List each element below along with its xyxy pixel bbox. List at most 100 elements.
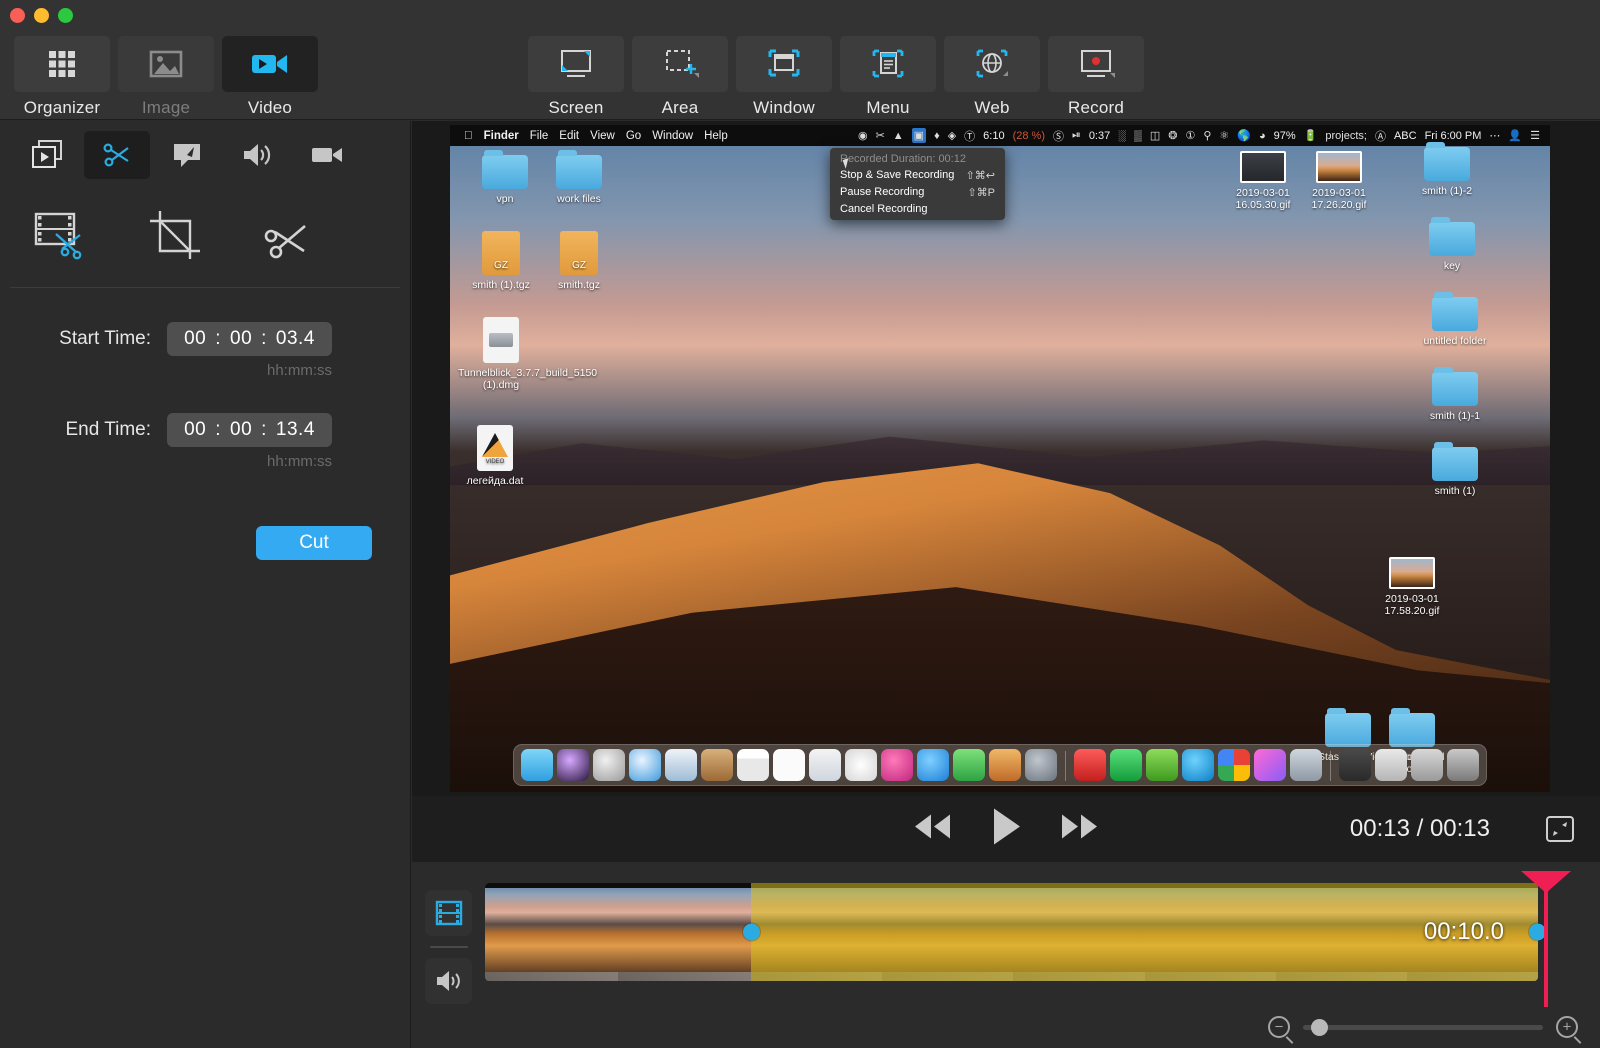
minimize-button[interactable] bbox=[34, 8, 49, 23]
menu-go[interactable]: Go bbox=[626, 130, 641, 142]
menu-edit[interactable]: Edit bbox=[559, 130, 579, 142]
cpu-graph-icon[interactable]: ░ bbox=[1118, 130, 1126, 142]
zoom-slider[interactable] bbox=[1303, 1018, 1543, 1036]
display-icon[interactable]: ◫ bbox=[1150, 129, 1160, 142]
dock-folder-docs-icon[interactable] bbox=[1411, 749, 1443, 781]
play-button[interactable] bbox=[988, 806, 1024, 853]
audio-track-button[interactable] bbox=[425, 958, 472, 1004]
sidebar-tab-clips[interactable] bbox=[14, 131, 80, 179]
toolbar-item-screen[interactable]: Screen bbox=[528, 36, 624, 118]
desktop-icon-untitled-folder[interactable]: untitled folder bbox=[1418, 292, 1492, 347]
menu-window[interactable]: Window bbox=[652, 130, 693, 142]
memory-graph-icon[interactable]: ▒ bbox=[1134, 130, 1142, 142]
tool-crop[interactable] bbox=[142, 205, 208, 265]
toolbar-item-video[interactable]: Video bbox=[222, 36, 318, 118]
sidebar-tab-camera[interactable] bbox=[294, 131, 360, 179]
fullscreen-button[interactable] bbox=[1546, 816, 1574, 842]
zoom-slider-knob[interactable] bbox=[1311, 1018, 1328, 1036]
timeline-clips[interactable]: 00:10.0 bbox=[485, 875, 1548, 1007]
dock-terminal-icon[interactable] bbox=[1339, 749, 1371, 781]
battery-icon[interactable]: 🔋 bbox=[1304, 129, 1318, 142]
toolbar-item-organizer[interactable]: Organizer bbox=[14, 36, 110, 118]
dock-notes-icon[interactable] bbox=[773, 749, 805, 781]
record-status-icon[interactable]: ◉ bbox=[858, 129, 868, 142]
zoom-button[interactable] bbox=[58, 8, 73, 23]
timer-icon[interactable]: ⏯ bbox=[1072, 129, 1081, 142]
dock-slack-icon[interactable] bbox=[1074, 749, 1106, 781]
desktop-icon-gif-160530[interactable]: 2019-03-01 16.05.30.gif bbox=[1226, 151, 1300, 211]
bluetooth-icon[interactable]: ⚛ bbox=[1219, 129, 1229, 142]
dock-photos-icon[interactable] bbox=[845, 749, 877, 781]
end-hours[interactable]: 00 bbox=[184, 419, 206, 441]
zoom-in-icon[interactable]: + bbox=[1556, 1016, 1578, 1038]
flag-status-icon[interactable]: ▲ bbox=[893, 130, 904, 142]
dock-launchpad-icon[interactable] bbox=[593, 749, 625, 781]
start-time-field[interactable]: Start Time: 00 : 00 : 03.4 bbox=[0, 322, 410, 356]
dropbox-icon[interactable]: ❂ bbox=[1168, 129, 1177, 142]
menubar-clock[interactable]: Fri 6:00 PM bbox=[1425, 130, 1482, 142]
cut-button[interactable]: Cut bbox=[256, 526, 372, 560]
menu-view[interactable]: View bbox=[590, 130, 615, 142]
toolbar-item-menu[interactable]: Menu bbox=[840, 36, 936, 118]
end-time-field[interactable]: End Time: 00 : 00 : 13.4 bbox=[0, 413, 410, 447]
start-minutes[interactable]: 00 bbox=[230, 328, 252, 350]
start-hours[interactable]: 00 bbox=[184, 328, 206, 350]
end-minutes[interactable]: 00 bbox=[230, 419, 252, 441]
vpn-icon[interactable]: Ⓣ bbox=[964, 128, 975, 144]
menubar-app-name[interactable]: Finder bbox=[484, 130, 519, 142]
desktop-icon-smith-tgz[interactable]: GZ smith.tgz bbox=[542, 231, 616, 291]
fast-forward-button[interactable] bbox=[1054, 811, 1104, 848]
desktop-icon-work-files[interactable]: work files bbox=[542, 150, 616, 205]
window-capture-icon-button[interactable] bbox=[736, 36, 832, 92]
rewind-button[interactable] bbox=[908, 811, 958, 848]
desktop-icon-tunnelblick-dmg[interactable]: Tunnelblick_3.7.7_build_5150 (1).dmg bbox=[458, 317, 597, 391]
dock-safari-icon[interactable] bbox=[629, 749, 661, 781]
menu-item-stop-save[interactable]: Stop & Save Recording ⇧⌘↩ bbox=[830, 167, 1005, 184]
tool-cut[interactable] bbox=[254, 205, 320, 265]
dock-folder-downloads-icon[interactable] bbox=[1375, 749, 1407, 781]
scissors-status-icon[interactable]: ✂ bbox=[876, 129, 885, 142]
input-source-icon[interactable]: Ⓐ bbox=[1375, 128, 1386, 144]
desktop-icon-legeida-dat[interactable]: VIDEO легейда.dat bbox=[458, 425, 532, 487]
shield-icon[interactable]: ◈ bbox=[948, 129, 956, 142]
end-time-input[interactable]: 00 : 00 : 13.4 bbox=[167, 413, 332, 447]
end-seconds[interactable]: 13.4 bbox=[276, 419, 315, 441]
apple-icon[interactable]:  bbox=[464, 130, 473, 142]
sidebar-tab-trim[interactable] bbox=[84, 131, 150, 179]
image-icon-button[interactable] bbox=[118, 36, 214, 92]
zoom-out-icon[interactable]: − bbox=[1268, 1016, 1290, 1038]
toolbar-item-record[interactable]: Record bbox=[1048, 36, 1144, 118]
area-capture-icon-button[interactable] bbox=[632, 36, 728, 92]
search-icon[interactable]: ⚲ bbox=[1203, 129, 1211, 142]
toolbar-item-window[interactable]: Window bbox=[736, 36, 832, 118]
trim-handle-left[interactable] bbox=[743, 923, 760, 941]
menu-item-pause[interactable]: Pause Recording ⇧⌘P bbox=[830, 184, 1005, 201]
desktop-icon-smith1-2[interactable]: smith (1)-2 bbox=[1410, 142, 1484, 197]
toolbar-item-area[interactable]: Area bbox=[632, 36, 728, 118]
dock-siri-icon[interactable] bbox=[557, 749, 589, 781]
dock-contacts-icon[interactable] bbox=[701, 749, 733, 781]
timeline-clip-unselected[interactable] bbox=[485, 883, 751, 981]
skype-icon[interactable]: Ⓢ bbox=[1053, 128, 1064, 144]
desktop-icon-smith1-1[interactable]: smith (1)-1 bbox=[1418, 367, 1492, 422]
desktop-icon-key[interactable]: key bbox=[1415, 217, 1489, 272]
dock-finder-icon[interactable] bbox=[521, 749, 553, 781]
playhead[interactable] bbox=[1544, 875, 1548, 1007]
dock-preview-icon[interactable] bbox=[1290, 749, 1322, 781]
dock-app2-icon[interactable] bbox=[1254, 749, 1286, 781]
start-seconds[interactable]: 03.4 bbox=[276, 328, 315, 350]
dock-itunes-icon[interactable] bbox=[881, 749, 913, 781]
start-time-input[interactable]: 00 : 00 : 03.4 bbox=[167, 322, 332, 356]
dock-trash-icon[interactable] bbox=[1447, 749, 1479, 781]
dock-calendar-icon[interactable] bbox=[737, 749, 769, 781]
screen-capture-icon-button[interactable] bbox=[528, 36, 624, 92]
dock-spotify-icon[interactable] bbox=[1110, 749, 1142, 781]
sidebar-tab-audio[interactable] bbox=[224, 131, 290, 179]
web-capture-icon-button[interactable] bbox=[944, 36, 1040, 92]
grid-icon-button[interactable] bbox=[14, 36, 110, 92]
tool-split[interactable] bbox=[30, 205, 96, 265]
control-center-icon[interactable]: ☰ bbox=[1530, 129, 1540, 142]
dock-facetime-icon[interactable] bbox=[953, 749, 985, 781]
more-icon[interactable]: ⋯ bbox=[1489, 129, 1500, 142]
airplay-icon[interactable]: projects; bbox=[1325, 130, 1367, 142]
